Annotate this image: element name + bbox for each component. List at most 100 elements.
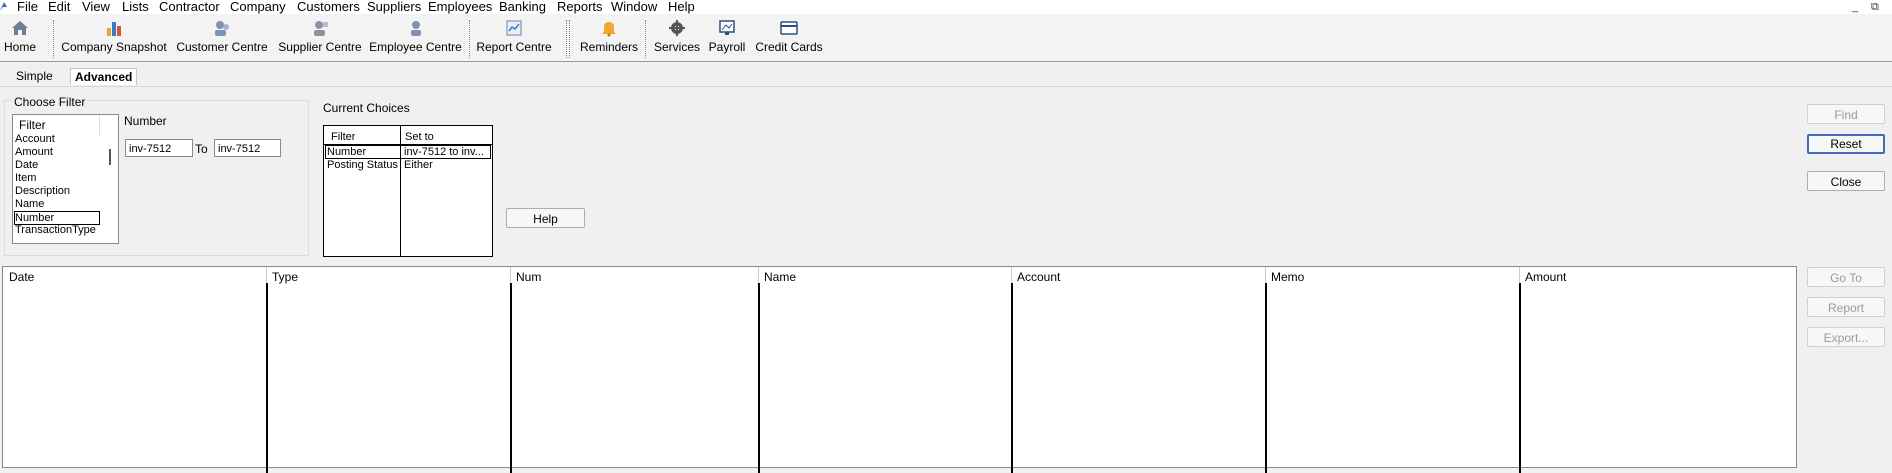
filter-item-name[interactable]: Name [15, 198, 44, 210]
minimize-button[interactable]: _ [1852, 0, 1858, 14]
tab-divider [0, 86, 1892, 87]
menu-banking[interactable]: Banking [499, 0, 546, 14]
toolbar-company-snapshot-button[interactable]: Company Snapshot [60, 14, 168, 61]
toolbar-label: Home [3, 40, 36, 54]
filter-list[interactable]: Filter Account Amount Date Item Descript… [12, 114, 119, 244]
menu-contractor[interactable]: Contractor [159, 0, 220, 14]
menu-customers[interactable]: Customers [297, 0, 360, 14]
menu-reports[interactable]: Reports [557, 0, 603, 14]
toolbar-employee-centre-button[interactable]: Employee Centre [368, 14, 463, 61]
toolbar-label: Credit Cards [755, 40, 823, 54]
column-header-date[interactable]: Date [9, 270, 34, 284]
choices-header-filter: Filter [331, 131, 356, 143]
column-separator [1265, 283, 1267, 473]
header-separator [1519, 267, 1520, 283]
column-header-num[interactable]: Num [516, 270, 541, 284]
header-separator [510, 267, 511, 283]
toolbar-home-button[interactable]: Home [2, 14, 38, 61]
toolbar: Home Company Snapshot Customer Centre Su… [0, 14, 1892, 62]
filter-item-transactiontype[interactable]: TransactionType [15, 224, 96, 236]
header-separator [266, 267, 267, 283]
column-header-type[interactable]: Type [272, 270, 298, 284]
toolbar-label: Services [653, 40, 700, 54]
employees-icon [410, 21, 421, 36]
menu-bar: File Edit View Lists Contractor Company … [0, 0, 1892, 14]
filter-item-account[interactable]: Account [15, 133, 55, 145]
gear-icon [669, 20, 685, 36]
filter-item-description[interactable]: Description [15, 185, 70, 197]
column-header-name[interactable]: Name [764, 270, 796, 284]
toolbar-separator [469, 20, 470, 58]
home-icon [12, 21, 28, 35]
toolbar-customer-centre-button[interactable]: Customer Centre [174, 14, 270, 61]
filter-list-divider [99, 115, 100, 135]
filter-item-number[interactable]: Number [14, 211, 100, 225]
menu-help[interactable]: Help [668, 0, 695, 14]
header-separator [1011, 267, 1012, 283]
filter-list-scrollbar[interactable] [109, 149, 111, 165]
filter-list-header: Filter [19, 118, 46, 132]
reports-icon [506, 20, 522, 36]
tab-simple[interactable]: Simple [12, 68, 57, 84]
toolbar-label: Supplier Centre [278, 40, 362, 54]
choose-filter-title: Choose Filter [12, 95, 88, 109]
bell-icon [602, 22, 616, 37]
column-separator [1519, 283, 1521, 473]
go-to-button[interactable]: Go To [1807, 267, 1885, 287]
choices-cell-filter[interactable]: Posting Status [327, 159, 399, 171]
toolbar-supplier-centre-button[interactable]: Supplier Centre [275, 14, 365, 61]
filter-item-amount[interactable]: Amount [15, 146, 53, 158]
credit-card-icon [780, 21, 798, 35]
toolbar-credit-cards-button[interactable]: Credit Cards [754, 14, 824, 61]
toolbar-reminders-button[interactable]: Reminders [578, 14, 640, 61]
toolbar-separator [53, 20, 54, 58]
header-separator [758, 267, 759, 283]
payroll-icon [719, 20, 735, 35]
menu-view[interactable]: View [82, 0, 110, 14]
toolbar-separator [645, 20, 646, 58]
number-from-input[interactable]: inv-7512 [125, 139, 193, 157]
choices-cell-set-to[interactable]: inv-7512 to inv... [404, 146, 490, 158]
toolbar-label: Company Snapshot [61, 40, 167, 54]
toolbar-services-button[interactable]: Services [652, 14, 702, 61]
column-separator [510, 283, 512, 473]
filter-item-date[interactable]: Date [15, 159, 38, 171]
column-header-amount[interactable]: Amount [1525, 270, 1566, 284]
export-button[interactable]: Export... [1807, 327, 1885, 347]
find-button[interactable]: Find [1807, 104, 1885, 124]
menu-suppliers[interactable]: Suppliers [367, 0, 421, 14]
menu-employees[interactable]: Employees [428, 0, 492, 14]
current-choices-title: Current Choices [323, 101, 410, 115]
number-label: Number [124, 114, 167, 128]
filter-item-item[interactable]: Item [15, 172, 36, 184]
tab-advanced[interactable]: Advanced [70, 68, 138, 85]
current-choices-table[interactable]: Filter Set to Number inv-7512 to inv... … [323, 125, 493, 257]
number-to-input[interactable]: inv-7512 [214, 139, 281, 157]
report-button[interactable]: Report [1807, 297, 1885, 317]
to-label: To [195, 142, 208, 156]
choices-header-set-to: Set to [405, 131, 434, 143]
restore-button[interactable]: ⧉ [1871, 0, 1879, 14]
column-separator [266, 283, 268, 473]
reset-button[interactable]: Reset [1807, 134, 1885, 154]
help-button[interactable]: Help [506, 208, 585, 228]
close-button[interactable]: Close [1807, 171, 1885, 191]
column-header-memo[interactable]: Memo [1271, 270, 1304, 284]
toolbar-label: Customer Centre [176, 40, 268, 54]
toolbar-separator [569, 20, 570, 58]
toolbar-report-centre-button[interactable]: Report Centre [474, 14, 554, 61]
choices-cell-set-to[interactable]: Either [404, 159, 490, 171]
app-icon [0, 2, 7, 11]
menu-file[interactable]: File [17, 0, 38, 14]
toolbar-label: Payroll [708, 40, 746, 54]
menu-company[interactable]: Company [230, 0, 286, 14]
toolbar-payroll-button[interactable]: Payroll [706, 14, 748, 61]
menu-edit[interactable]: Edit [48, 0, 70, 14]
results-grid[interactable]: Date Type Num Name Account Memo Amount [2, 266, 1797, 473]
menu-window[interactable]: Window [611, 0, 657, 14]
choices-cell-filter[interactable]: Number [327, 146, 399, 158]
menu-lists[interactable]: Lists [122, 0, 149, 14]
column-separator [1011, 283, 1013, 473]
column-header-account[interactable]: Account [1017, 270, 1060, 284]
suppliers-icon [314, 21, 328, 36]
